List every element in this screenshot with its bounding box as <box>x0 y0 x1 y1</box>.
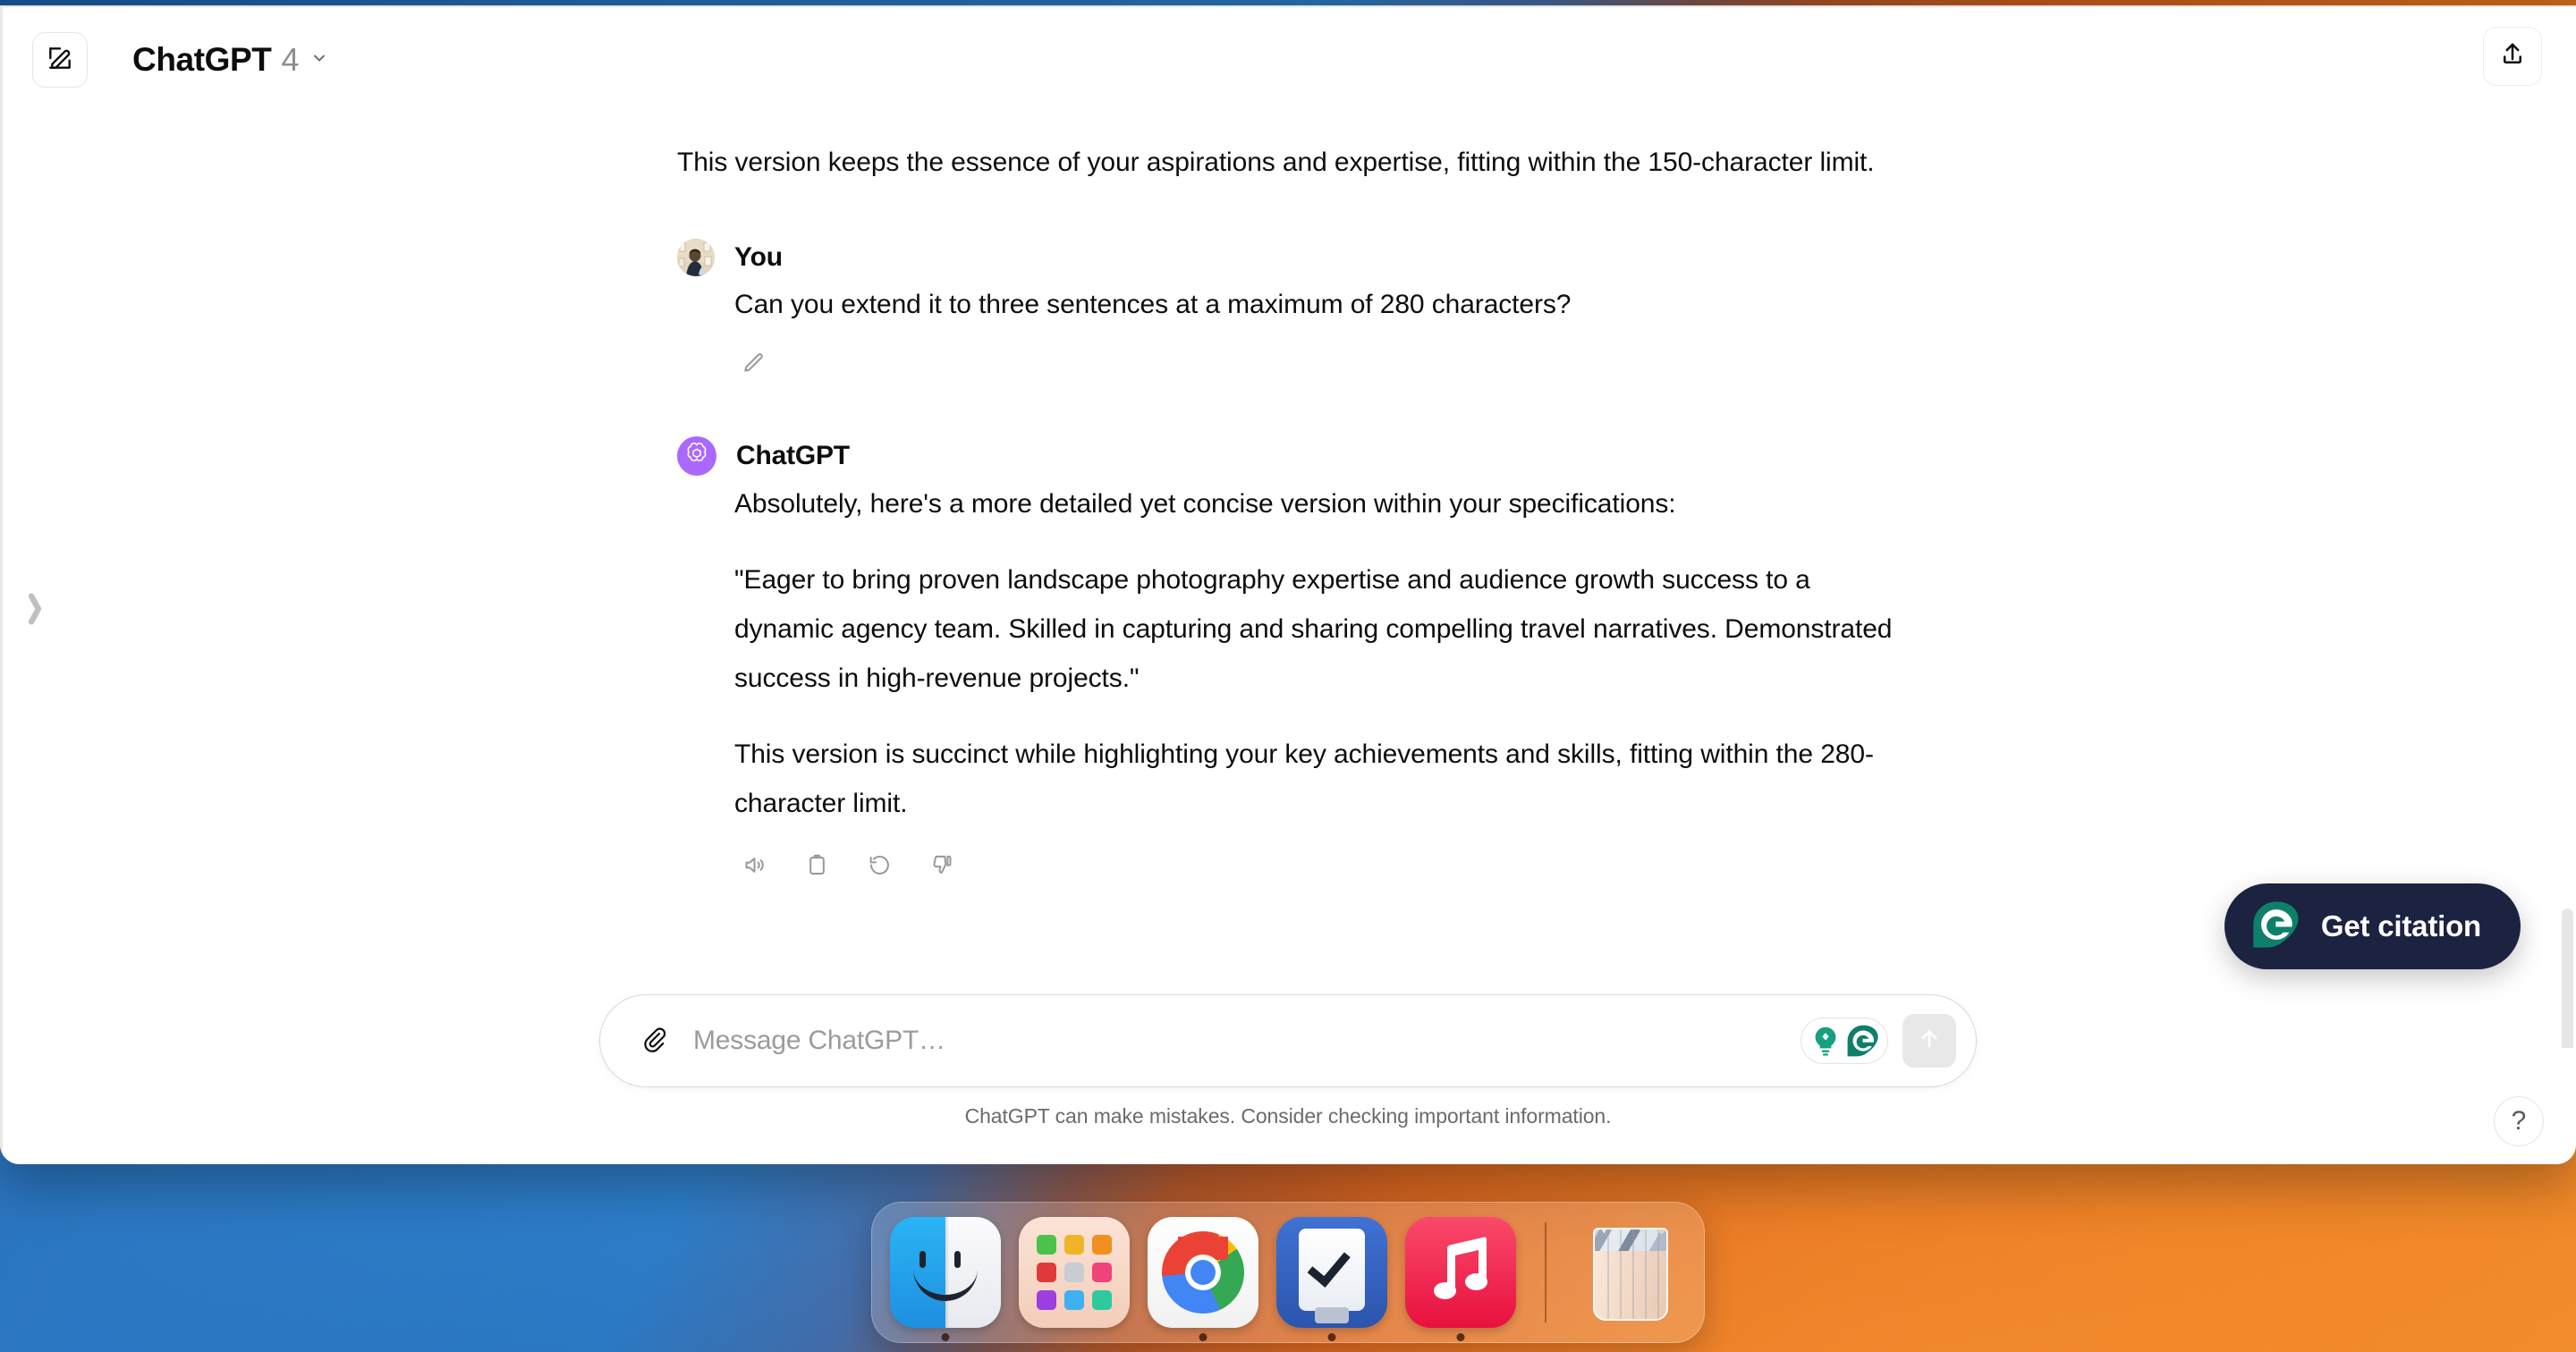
dock-item-finder[interactable] <box>890 1217 1001 1341</box>
pencil-icon <box>742 351 766 379</box>
music-icon <box>1405 1217 1516 1328</box>
message-thread: This version keeps the essence of your a… <box>677 113 1902 887</box>
running-indicator-dot <box>941 1333 950 1341</box>
message-author: You <box>734 242 783 272</box>
grammarly-extension-chip[interactable] <box>1801 1018 1888 1064</box>
message-user: You Can you extend it to three sentences… <box>677 239 1902 384</box>
conversation-scroll-area[interactable]: This version keeps the essence of your a… <box>0 113 2576 1048</box>
message-paragraph: This version is succinct while highlight… <box>734 739 1874 818</box>
get-citation-label: Get citation <box>2320 909 2481 942</box>
compose-icon <box>46 44 74 77</box>
openai-logo-icon <box>684 442 709 471</box>
scrollbar-track[interactable] <box>2555 229 2567 1012</box>
top-bar: ChatGPT 4 <box>0 7 2576 113</box>
grammarly-g-icon <box>2251 900 2301 954</box>
dock-separator <box>1545 1222 1546 1322</box>
finder-icon <box>890 1217 1001 1328</box>
dock-item-trash[interactable] <box>1575 1217 1686 1328</box>
paperclip-icon <box>640 1026 667 1057</box>
attach-file-button[interactable] <box>631 1018 677 1064</box>
question-mark-icon: ? <box>2511 1106 2527 1136</box>
dock-item-chrome[interactable] <box>1148 1217 1258 1341</box>
lightbulb-icon[interactable] <box>1807 1022 1844 1060</box>
chevron-right-icon <box>23 586 47 637</box>
scrollbar-thumb[interactable] <box>2562 908 2573 1048</box>
clipboard-icon <box>805 853 829 882</box>
refresh-icon <box>868 853 892 882</box>
message-input[interactable] <box>677 1026 1801 1056</box>
arrow-up-icon <box>1917 1027 1942 1056</box>
message-header: You <box>677 239 1902 276</box>
message-author: ChatGPT <box>736 441 850 470</box>
running-indicator-dot <box>1199 1333 1208 1341</box>
dock-item-music[interactable] <box>1405 1217 1516 1341</box>
window-left-edge <box>0 7 3 1164</box>
message-paragraph: Absolutely, here's a more detailed yet c… <box>734 489 1676 519</box>
grammarly-g-icon[interactable] <box>1844 1022 1882 1060</box>
message-header: ChatGPT <box>677 436 1902 476</box>
message-body: Can you extend it to three sentences at … <box>677 280 1902 329</box>
sidebar-expand-handle[interactable] <box>20 579 50 642</box>
regenerate-button[interactable] <box>860 848 899 887</box>
dock-item-things[interactable] <box>1276 1217 1387 1341</box>
send-message-button[interactable] <box>1902 1014 1956 1068</box>
share-upload-icon <box>2499 41 2526 72</box>
message-paragraph: Can you extend it to three sentences at … <box>734 290 1572 319</box>
message-body: Absolutely, here's a more detailed yet c… <box>677 479 1902 828</box>
model-name-label: ChatGPT <box>132 41 272 78</box>
launchpad-icon <box>1019 1217 1130 1328</box>
dock-item-launchpad[interactable] <box>1019 1217 1130 1328</box>
things-icon <box>1276 1217 1387 1328</box>
edit-message-button[interactable] <box>734 345 774 384</box>
message-composer[interactable] <box>599 994 1977 1087</box>
desktop: ChatGPT 4 This version keeps the essence… <box>0 0 2576 1352</box>
user-message-actions <box>677 345 1902 384</box>
chrome-icon <box>1148 1217 1258 1328</box>
macos-dock <box>871 1202 1705 1343</box>
chevron-down-icon <box>310 49 328 72</box>
trash-icon <box>1575 1217 1686 1328</box>
avatar <box>677 239 715 276</box>
previous-message-tail: This version keeps the essence of your a… <box>677 148 1875 177</box>
avatar <box>677 436 716 476</box>
help-button[interactable]: ? <box>2494 1096 2544 1146</box>
model-switcher-button[interactable]: ChatGPT 4 <box>127 36 341 84</box>
model-version-label: 4 <box>281 41 300 78</box>
speaker-icon <box>742 853 767 882</box>
message-paragraph: "Eager to bring proven landscape photogr… <box>734 565 1893 693</box>
thumbs-down-icon <box>930 853 954 882</box>
assistant-message-actions <box>677 848 1902 887</box>
share-button[interactable] <box>2483 27 2542 86</box>
new-chat-button[interactable] <box>32 32 88 88</box>
get-citation-button[interactable]: Get citation <box>2224 883 2521 969</box>
copy-button[interactable] <box>797 848 836 887</box>
disclaimer-text: ChatGPT can make mistakes. Consider chec… <box>964 1104 1612 1128</box>
running-indicator-dot <box>1327 1333 1336 1341</box>
composer-area: ChatGPT can make mistakes. Consider chec… <box>0 994 2576 1164</box>
running-indicator-dot <box>1456 1333 1465 1341</box>
chatgpt-browser-window: ChatGPT 4 This version keeps the essence… <box>0 5 2576 1164</box>
bad-response-button[interactable] <box>922 848 962 887</box>
read-aloud-button[interactable] <box>734 848 774 887</box>
message-assistant: ChatGPT Absolutely, here's a more detail… <box>677 436 1902 887</box>
